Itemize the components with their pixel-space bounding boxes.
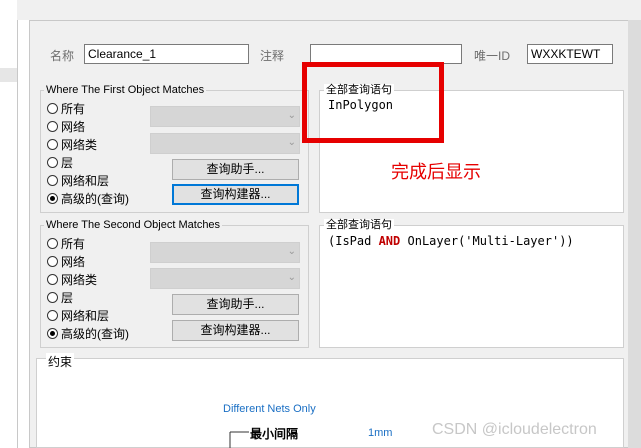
radio-circle-selected — [47, 327, 58, 339]
second-radio-net[interactable]: 网络 — [47, 253, 85, 269]
radio-circle-selected — [47, 192, 58, 204]
second-radio-net-class[interactable]: 网络类 — [47, 271, 97, 287]
radio-label: 高级的(查询) — [61, 191, 129, 206]
first-radio-all[interactable]: 所有 — [47, 100, 85, 116]
top-band — [17, 0, 641, 20]
constraints-title: 约束 — [46, 353, 75, 370]
first-combo-2[interactable]: ⌄ — [150, 133, 300, 154]
uid-label: 唯一ID — [474, 49, 511, 63]
uid-field[interactable]: WXXKTEWT — [527, 44, 613, 64]
second-query-helper-button[interactable]: 查询助手... — [172, 294, 299, 315]
radio-circle — [47, 291, 58, 303]
watermark: CSDN @icloudelectron — [432, 421, 597, 438]
radio-label: 高级的(查询) — [61, 326, 129, 341]
second-radio-net-and-layer[interactable]: 网络和层 — [47, 307, 109, 323]
first-radio-net[interactable]: 网络 — [47, 118, 85, 134]
second-query-builder-button[interactable]: 查询构建器... — [172, 320, 299, 341]
annotation-text: 完成后显示 — [391, 162, 481, 183]
comment-label: 注释 — [260, 49, 285, 63]
radio-circle — [47, 309, 58, 321]
first-query-helper-button[interactable]: 查询助手... — [172, 159, 299, 180]
query-part-1: (IsPad — [328, 234, 379, 248]
radio-label: 网络 — [61, 119, 86, 134]
second-full-query-title: 全部查询语句 — [324, 219, 394, 231]
second-combo-1[interactable]: ⌄ — [150, 242, 300, 263]
radio-label: 网络和层 — [61, 308, 110, 323]
radio-circle — [47, 174, 58, 186]
first-combo-1[interactable]: ⌄ — [150, 106, 300, 127]
left-panel-selected-row — [0, 68, 17, 82]
annotation-highlight-box — [302, 62, 444, 143]
name-label: 名称 — [50, 49, 75, 63]
query-part-2: OnLayer('Multi-Layer')) — [400, 234, 574, 248]
nets-mode-label[interactable]: Different Nets Only — [223, 403, 316, 415]
radio-circle — [47, 273, 58, 285]
radio-label: 层 — [61, 290, 74, 305]
first-radio-net-and-layer[interactable]: 网络和层 — [47, 172, 109, 188]
second-radio-layer[interactable]: 层 — [47, 289, 73, 305]
radio-label: 网络 — [61, 254, 86, 269]
radio-label: 层 — [61, 155, 74, 170]
chevron-down-icon: ⌄ — [287, 110, 296, 121]
chevron-down-icon: ⌄ — [287, 272, 296, 283]
second-full-query-text: (IsPad AND OnLayer('Multi-Layer')) — [328, 234, 574, 248]
radio-circle — [47, 156, 58, 168]
first-radio-advanced[interactable]: 高级的(查询) — [47, 190, 129, 206]
chevron-down-icon: ⌄ — [287, 246, 296, 257]
second-radio-all[interactable]: 所有 — [47, 235, 85, 251]
first-radio-net-class[interactable]: 网络类 — [47, 136, 97, 152]
radio-circle — [47, 138, 58, 150]
comment-field[interactable] — [310, 44, 462, 64]
first-query-builder-button[interactable]: 查询构建器... — [172, 184, 299, 205]
chevron-down-icon: ⌄ — [287, 137, 296, 148]
first-object-title: Where The First Object Matches — [44, 84, 207, 96]
first-radio-layer[interactable]: 层 — [47, 154, 73, 170]
name-field[interactable]: Clearance_1 — [84, 44, 249, 64]
right-edge-panel — [628, 20, 641, 448]
radio-label: 所有 — [61, 236, 86, 251]
query-keyword: AND — [378, 234, 401, 248]
min-clearance-value[interactable]: 1mm — [368, 427, 392, 439]
radio-label: 网络类 — [61, 137, 98, 152]
radio-label: 网络类 — [61, 272, 98, 287]
radio-circle — [47, 237, 58, 249]
radio-label: 所有 — [61, 101, 86, 116]
second-combo-2[interactable]: ⌄ — [150, 268, 300, 289]
radio-circle — [47, 255, 58, 267]
radio-circle — [47, 120, 58, 132]
second-object-title: Where The Second Object Matches — [44, 219, 223, 231]
second-radio-advanced[interactable]: 高级的(查询) — [47, 325, 129, 341]
radio-label: 网络和层 — [61, 173, 110, 188]
radio-circle — [47, 102, 58, 114]
min-clearance-label: 最小间隔 — [250, 427, 299, 441]
